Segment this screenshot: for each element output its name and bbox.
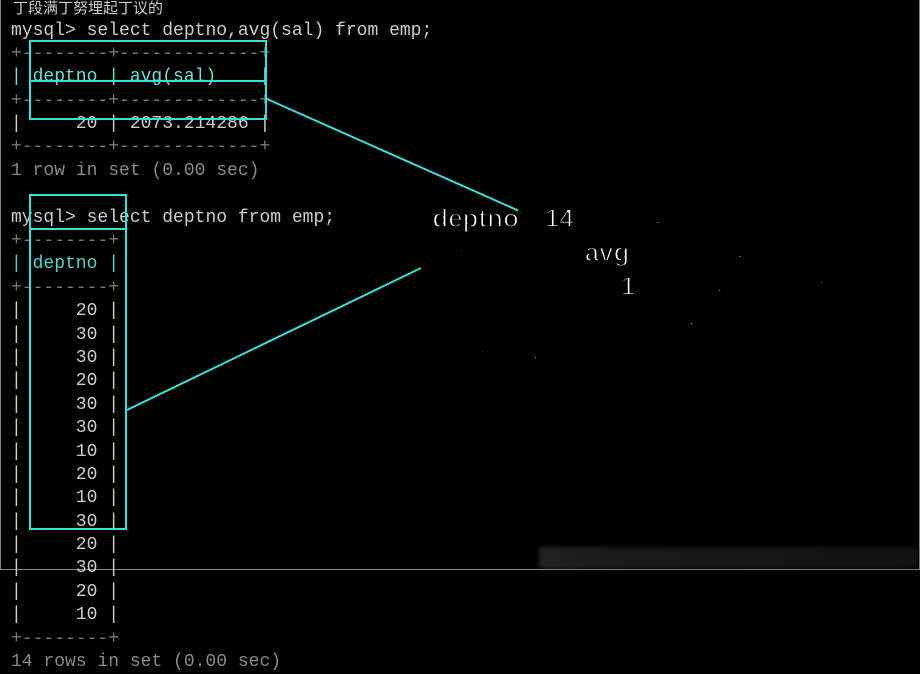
prompt: mysql> [11,208,87,228]
sep: +--------+-------------+ [11,43,909,66]
terminal-output: 丁段满丁努埋起丁议的 mysql> select deptno,avg(sal)… [1,0,919,674]
table-row: | 30 | [11,324,909,347]
query1-header: | deptno | avg(sal) | [11,66,909,89]
query2-header: | deptno | [11,253,909,276]
query1-line: mysql> select deptno,avg(sal) from emp; [11,20,909,43]
table-row: | 20 | [11,300,909,323]
sep: +--------+ [11,230,909,253]
sep: +--------+-------------+ [11,90,909,113]
prompt: mysql> [11,21,87,41]
query2-status: 14 rows in set (0.00 sec) [11,651,909,674]
query1-statement: select deptno,avg(sal) from emp; [87,21,433,41]
bottom-smudge [539,547,919,569]
table-row: | 20 | [11,464,909,487]
sep: +--------+ [11,277,909,300]
table-row: | 10 | [11,604,909,627]
table-row: | 10 | [11,441,909,464]
table-row: | 10 | [11,487,909,510]
table-row: | 30 | [11,511,909,534]
table-row: | 30 | [11,394,909,417]
query2-line: mysql> select deptno from emp; [11,207,909,230]
table-row: | 30 | [11,417,909,440]
query2-rows: | 20 || 30 || 30 || 20 || 30 || 30 || 10… [11,300,909,627]
table-row: | 20 | [11,581,909,604]
table-row: | 20 | [11,370,909,393]
cropped-text: 丁段满丁努埋起丁议的 [11,0,909,20]
query1-row: | 20 | 2073.214286 | [11,113,909,136]
query2-statement: select deptno from emp; [87,208,335,228]
query1-status: 1 row in set (0.00 sec) [11,160,909,183]
table-row: | 30 | [11,347,909,370]
sep: +--------+-------------+ [11,136,909,159]
sep: +--------+ [11,628,909,651]
